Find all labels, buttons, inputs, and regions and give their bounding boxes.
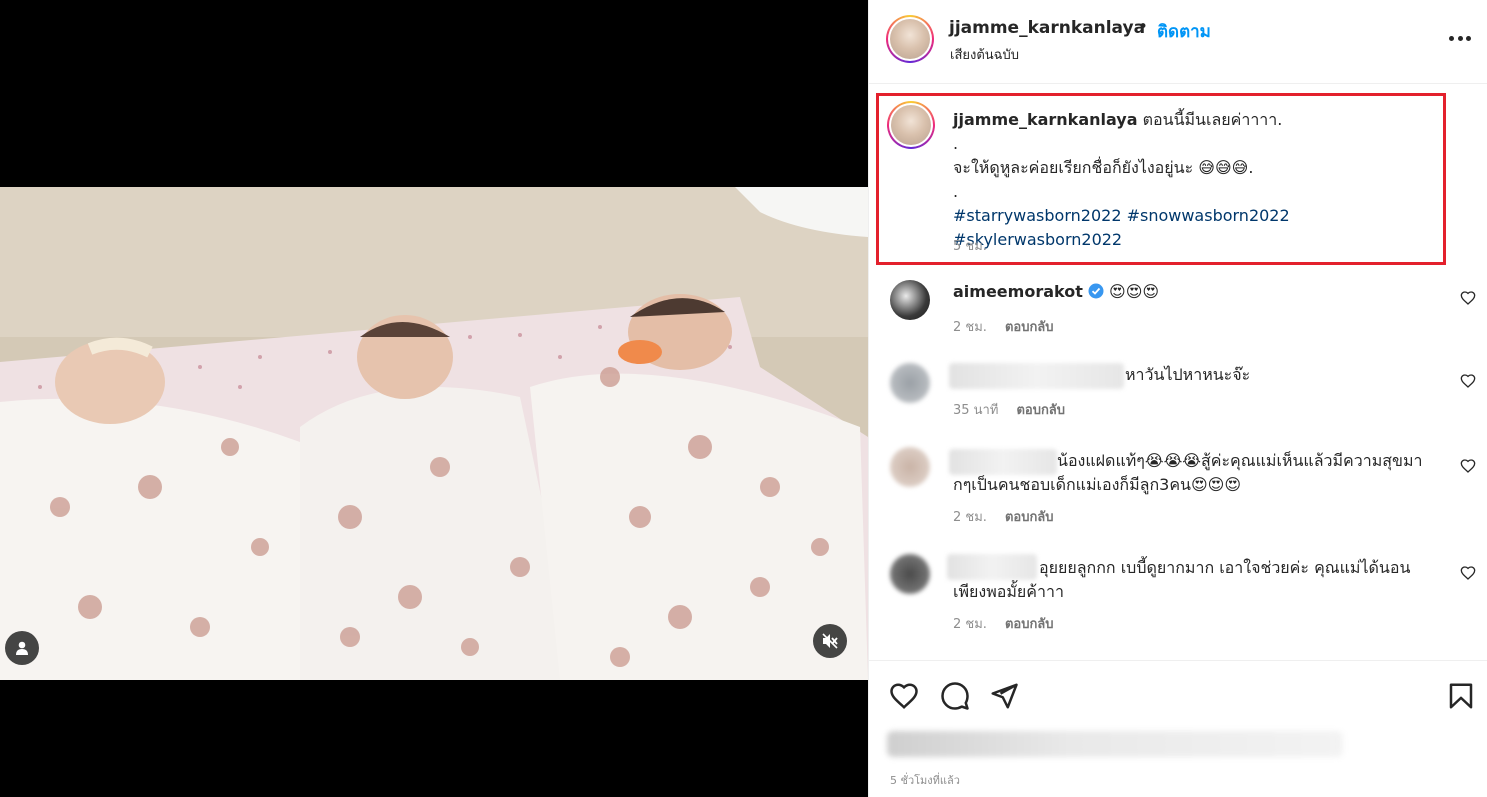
blurred-likes-summary	[887, 731, 1343, 757]
verified-badge-icon	[1088, 283, 1104, 299]
comment-time: 35 นาที	[953, 403, 999, 418]
author-username[interactable]: jjamme_karnkanlaya	[949, 18, 1145, 38]
caption-hashtags[interactable]: #starrywasborn2022 #snowwasborn2022 #sky…	[953, 204, 1433, 252]
heart-icon[interactable]	[889, 681, 919, 711]
mute-button[interactable]	[813, 624, 847, 658]
post-media[interactable]	[0, 0, 868, 797]
author-avatar[interactable]	[886, 15, 934, 63]
comment-like-heart-icon[interactable]	[1460, 458, 1476, 474]
comment-time: 2 ชม.	[953, 510, 987, 525]
share-icon[interactable]	[989, 681, 1019, 711]
comment-icon[interactable]	[940, 681, 970, 711]
comment-like-heart-icon[interactable]	[1460, 290, 1476, 306]
comment-text: หาวันไปหาหนะจ๊ะ	[1125, 365, 1251, 384]
commenter-avatar[interactable]	[890, 447, 930, 487]
post-sidebar: jjamme_karnkanlaya • ติดตาม เสียงต้นฉบับ…	[868, 0, 1487, 797]
comment-meta: 2 ชม. ตอบกลับ	[953, 613, 1054, 634]
comment-like-heart-icon[interactable]	[1460, 373, 1476, 389]
caption-highlight-box: jjamme_karnkanlaya ตอนนี้มีนเลยค่าาาา. .…	[876, 93, 1446, 265]
reply-button[interactable]: ตอบกลับ	[1016, 403, 1065, 418]
caption-text: jjamme_karnkanlaya ตอนนี้มีนเลยค่าาาา. .…	[953, 108, 1433, 252]
action-bar: 5 ชั่วโมงที่แล้ว	[869, 660, 1487, 797]
caption-line-3: จะให้ดูหูละค่อยเรียกชื่อก็ยังไงอยู่นะ 😅😅…	[953, 158, 1254, 177]
commenter-avatar[interactable]	[890, 554, 930, 594]
commenter-avatar[interactable]	[890, 280, 930, 320]
caption-line-4: .	[953, 182, 959, 201]
user-tag-icon	[16, 641, 28, 655]
caption-line-1: ตอนนี้มีนเลยค่าาาา.	[1142, 110, 1283, 129]
caption-username[interactable]: jjamme_karnkanlaya	[953, 110, 1138, 129]
follow-button[interactable]: ติดตาม	[1157, 18, 1211, 45]
comment-meta: 2 ชม. ตอบกลับ	[953, 316, 1054, 337]
babies-illustration	[0, 187, 868, 680]
separator-dot: •	[1138, 17, 1149, 37]
reply-button[interactable]: ตอบกลับ	[1005, 510, 1054, 525]
post-timestamp: 5 ชั่วโมงที่แล้ว	[890, 774, 960, 787]
post-header: jjamme_karnkanlaya • ติดตาม เสียงต้นฉบับ	[869, 0, 1487, 84]
bookmark-icon[interactable]	[1446, 681, 1476, 711]
comment-body: aimeemorakot 😍😍😍	[953, 280, 1433, 304]
commenter-username[interactable]: aimeemorakot	[953, 282, 1083, 301]
reply-button[interactable]: ตอบกลับ	[1005, 320, 1054, 335]
caption-line-2: .	[953, 134, 959, 153]
caption-time: 5 ชม.	[953, 239, 987, 254]
comment-text: อุยยยลูกกก เบบี้ดูยากมาก เอาใจช่วยค่ะ คุ…	[953, 558, 1411, 601]
comment-text: 😍😍😍	[1109, 282, 1160, 301]
more-horizontal-icon[interactable]	[1449, 34, 1471, 42]
post-photo[interactable]	[0, 187, 868, 680]
reply-button[interactable]: ตอบกลับ	[1005, 617, 1054, 632]
user-tag-button[interactable]	[5, 631, 39, 665]
comment-text: น้องแฝดแท้ๆ😭😭😭สู้ค่ะคุณแม่เห็นแล้วมีความ…	[953, 451, 1423, 494]
commenter-avatar[interactable]	[890, 363, 930, 403]
comment-meta: 35 นาที ตอบกลับ	[953, 399, 1065, 420]
comment-meta: 2 ชม. ตอบกลับ	[953, 506, 1054, 527]
caption-author-avatar[interactable]	[887, 101, 935, 149]
muted-speaker-icon	[822, 633, 838, 649]
comment-like-heart-icon[interactable]	[1460, 565, 1476, 581]
audio-label[interactable]: เสียงต้นฉบับ	[950, 44, 1019, 65]
comment-time: 2 ชม.	[953, 617, 987, 632]
comment-time: 2 ชม.	[953, 320, 987, 335]
blurred-username	[949, 363, 1124, 389]
